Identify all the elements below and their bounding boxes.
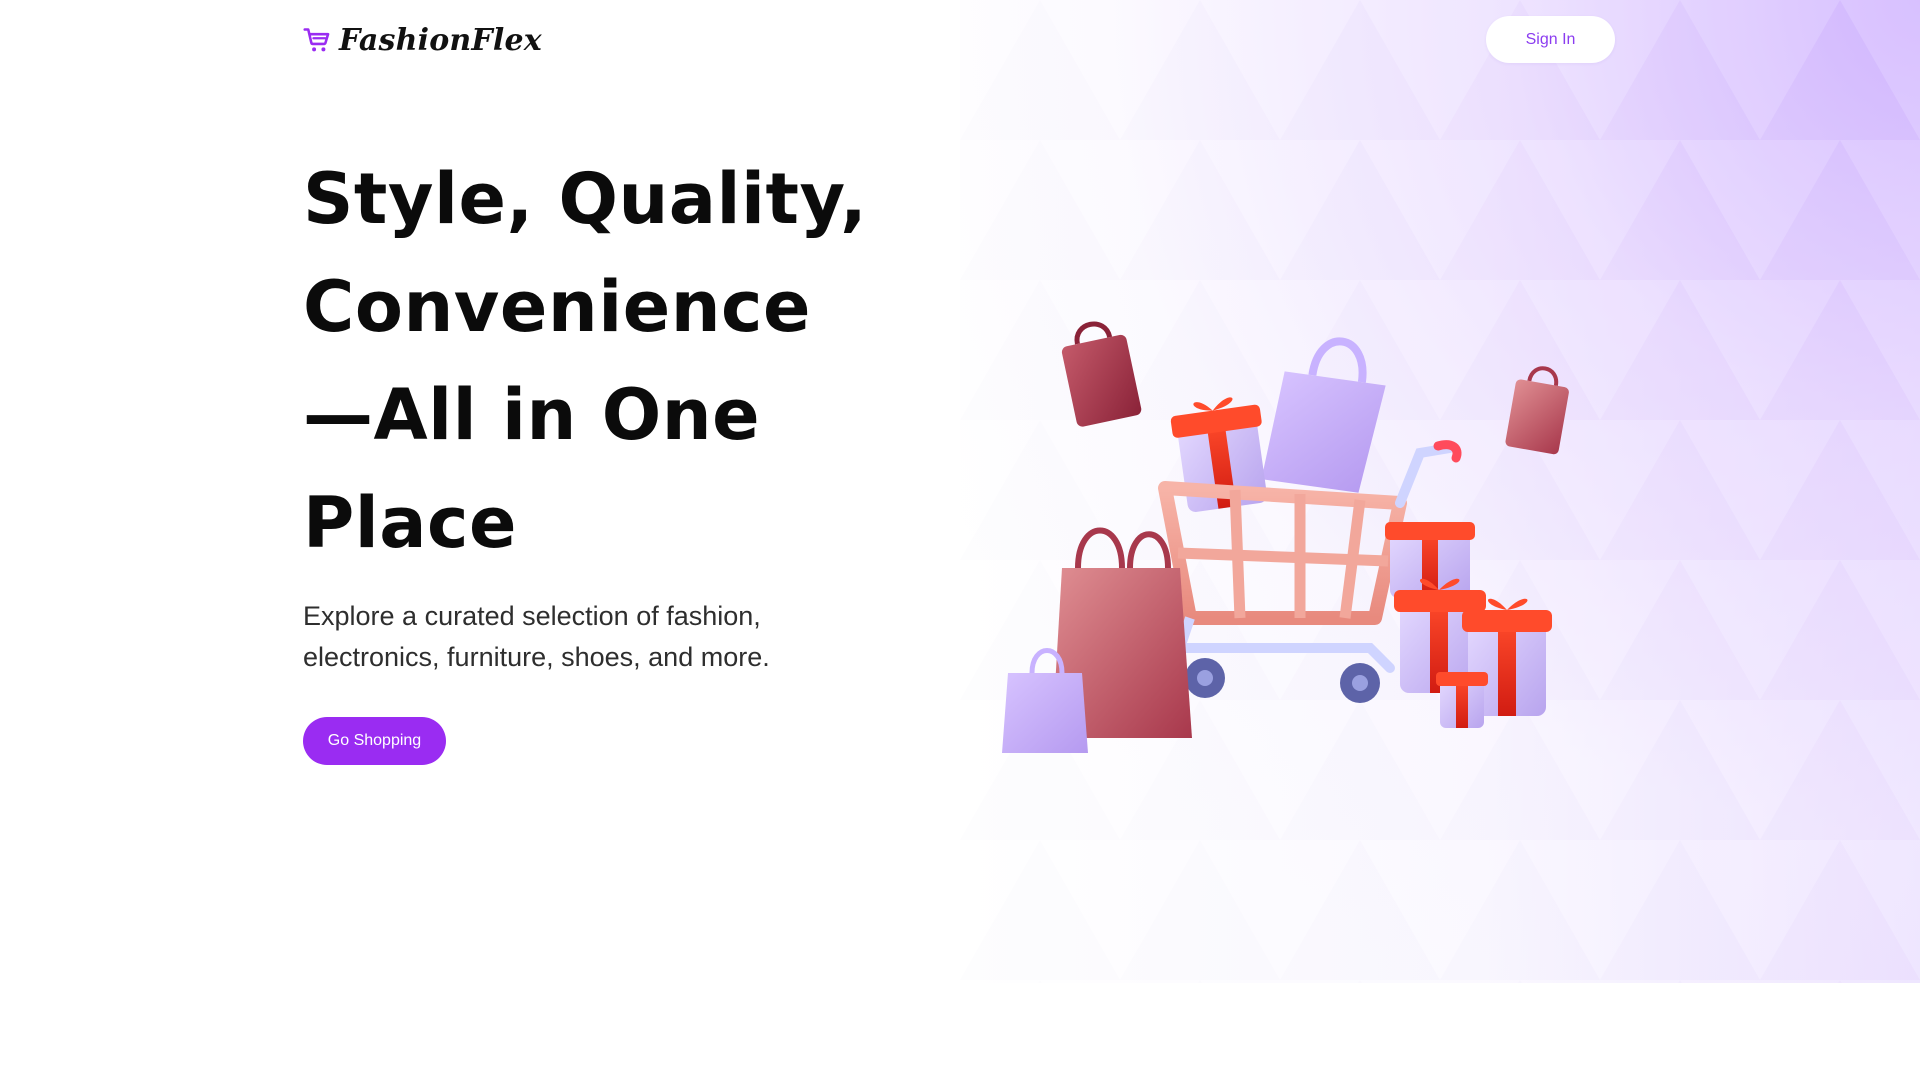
floating-bag-icon xyxy=(1505,366,1569,455)
headline-line: Place xyxy=(303,482,518,564)
description-line: Explore a curated selection of fashion, xyxy=(303,601,761,631)
hero-headline: Style, Quality, Convenience —All in One … xyxy=(303,145,868,577)
go-shopping-button[interactable]: Go Shopping xyxy=(303,717,446,765)
brand-logo[interactable]: FashionFlex xyxy=(303,22,542,58)
brand-name: FashionFlex xyxy=(339,22,542,58)
shopping-bag-icon xyxy=(1261,337,1386,493)
sign-in-button[interactable]: Sign In xyxy=(1486,16,1615,63)
shopping-cart-icon xyxy=(303,28,330,52)
description-line: electronics, furniture, shoes, and more. xyxy=(303,642,770,672)
headline-line: —All in One xyxy=(303,374,761,456)
gift-box-icon xyxy=(1436,672,1488,728)
headline-line: Convenience xyxy=(303,266,812,348)
headline-line: Style, Quality, xyxy=(303,158,868,240)
hero-description: Explore a curated selection of fashion, … xyxy=(303,596,823,678)
floating-bag-icon xyxy=(1061,321,1142,427)
shopping-cart-illustration xyxy=(1002,321,1569,753)
